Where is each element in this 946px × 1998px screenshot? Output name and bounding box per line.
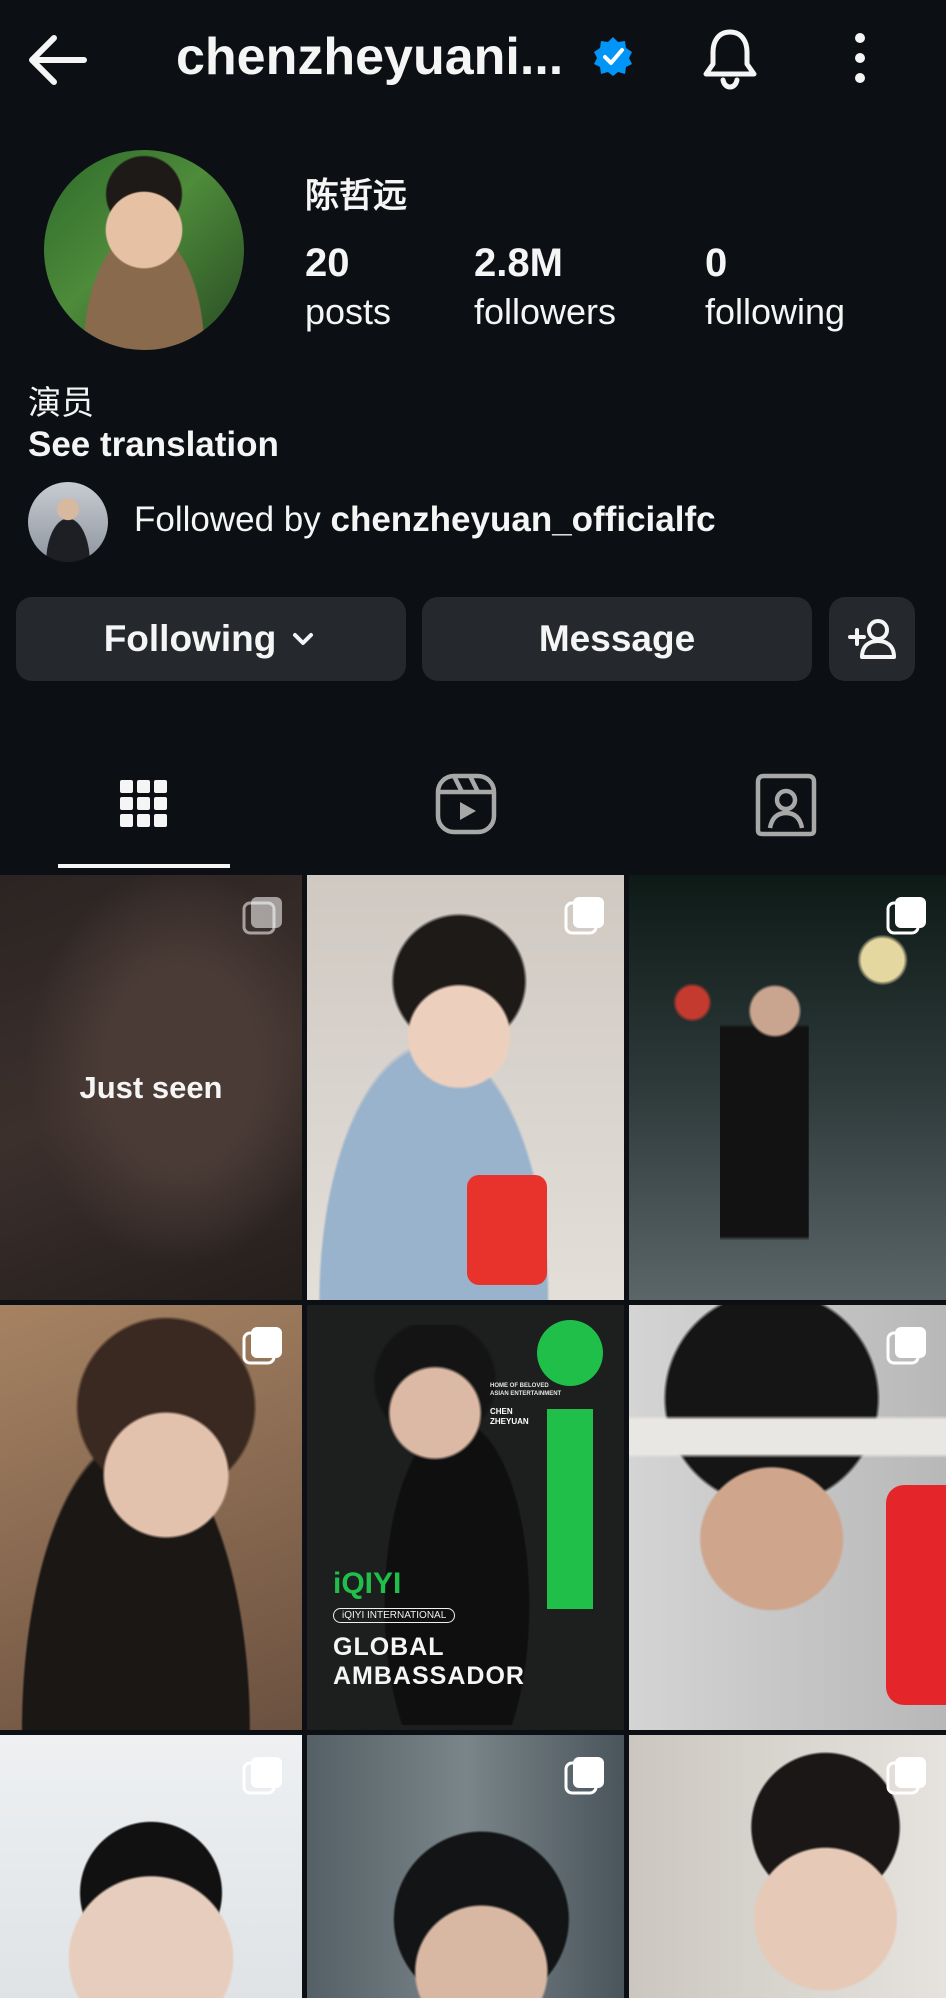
followers-label: followers	[474, 291, 617, 332]
post-thumbnail[interactable]: Just seen	[0, 875, 302, 1300]
add-person-icon	[848, 619, 896, 659]
multi-photo-icon	[564, 1757, 604, 1795]
grid-tab[interactable]	[108, 768, 180, 840]
post-thumbnail[interactable]	[307, 1735, 624, 1998]
multi-photo-icon	[886, 1327, 926, 1365]
back-arrow-icon[interactable]	[24, 30, 90, 90]
multi-photo-icon	[242, 1327, 282, 1365]
followed-by-user[interactable]: chenzheyuan_officialfc	[330, 500, 715, 539]
post-thumbnail-ambassador-poster[interactable]: HOME OF BELOVED ASIAN ENTERTAINMENT CHEN…	[307, 1305, 624, 1730]
top-bar: chenzheyuani...	[0, 0, 946, 118]
poster-brand: iQIYI	[333, 1567, 402, 1600]
notifications-bell-icon[interactable]	[700, 26, 760, 90]
posts-label: posts	[305, 291, 392, 332]
tagged-tab[interactable]	[750, 768, 822, 840]
display-name: 陈哲远	[305, 177, 407, 215]
poster-headline: GLOBAL AMBASSADOR	[333, 1633, 525, 1690]
profile-handle: chenzheyuani...	[176, 28, 564, 86]
followers-count: 2.8M	[474, 241, 563, 285]
poster-logo-bar	[547, 1409, 593, 1609]
stat-posts[interactable]: 20 posts	[305, 238, 391, 336]
verified-badge-icon	[594, 37, 632, 76]
poster-name: CHEN ZHEYUAN	[490, 1407, 529, 1426]
multi-photo-icon	[564, 897, 604, 935]
profile-avatar[interactable]	[44, 150, 244, 350]
chevron-down-icon	[293, 633, 314, 645]
poster-intl-badge: iQIYI INTERNATIONAL	[333, 1608, 456, 1623]
stat-following[interactable]: 0 following	[705, 238, 845, 336]
post-thumbnail[interactable]	[307, 875, 624, 1300]
posts-count: 20	[305, 241, 350, 285]
active-tab-indicator	[58, 864, 230, 868]
see-translation-link[interactable]: See translation	[28, 425, 279, 465]
following-button-label: Following	[103, 618, 277, 659]
multi-photo-icon	[886, 897, 926, 935]
poster-tagline: HOME OF BELOVED ASIAN ENTERTAINMENT	[490, 1383, 562, 1397]
poster-logo-dot	[537, 1320, 603, 1386]
more-options-icon[interactable]	[840, 30, 880, 86]
following-count: 0	[705, 241, 728, 285]
bio-text: 演员	[28, 384, 94, 421]
followed-by-avatar[interactable]	[28, 482, 108, 562]
message-button-label: Message	[538, 618, 696, 659]
post-thumbnail[interactable]	[629, 875, 946, 1300]
grid-icon	[120, 780, 167, 827]
post-thumbnail[interactable]	[0, 1305, 302, 1730]
stat-followers[interactable]: 2.8M followers	[474, 238, 616, 336]
post-thumbnail[interactable]	[629, 1735, 946, 1998]
multi-photo-icon	[886, 1757, 926, 1795]
post-thumbnail[interactable]	[629, 1305, 946, 1730]
post-thumbnail[interactable]	[0, 1735, 302, 1998]
suggest-users-button[interactable]	[829, 597, 915, 681]
reels-icon	[435, 773, 497, 835]
followed-by-prefix: Followed by	[134, 500, 331, 539]
message-button[interactable]: Message	[422, 597, 812, 681]
followed-by-text[interactable]: Followed by chenzheyuan_officialfc	[134, 500, 716, 540]
tagged-icon	[755, 773, 817, 837]
multi-photo-icon	[242, 1757, 282, 1795]
following-button[interactable]: Following	[16, 597, 406, 681]
just-seen-label: Just seen	[79, 1069, 223, 1105]
following-label: following	[705, 291, 846, 332]
reels-tab[interactable]	[430, 768, 502, 840]
